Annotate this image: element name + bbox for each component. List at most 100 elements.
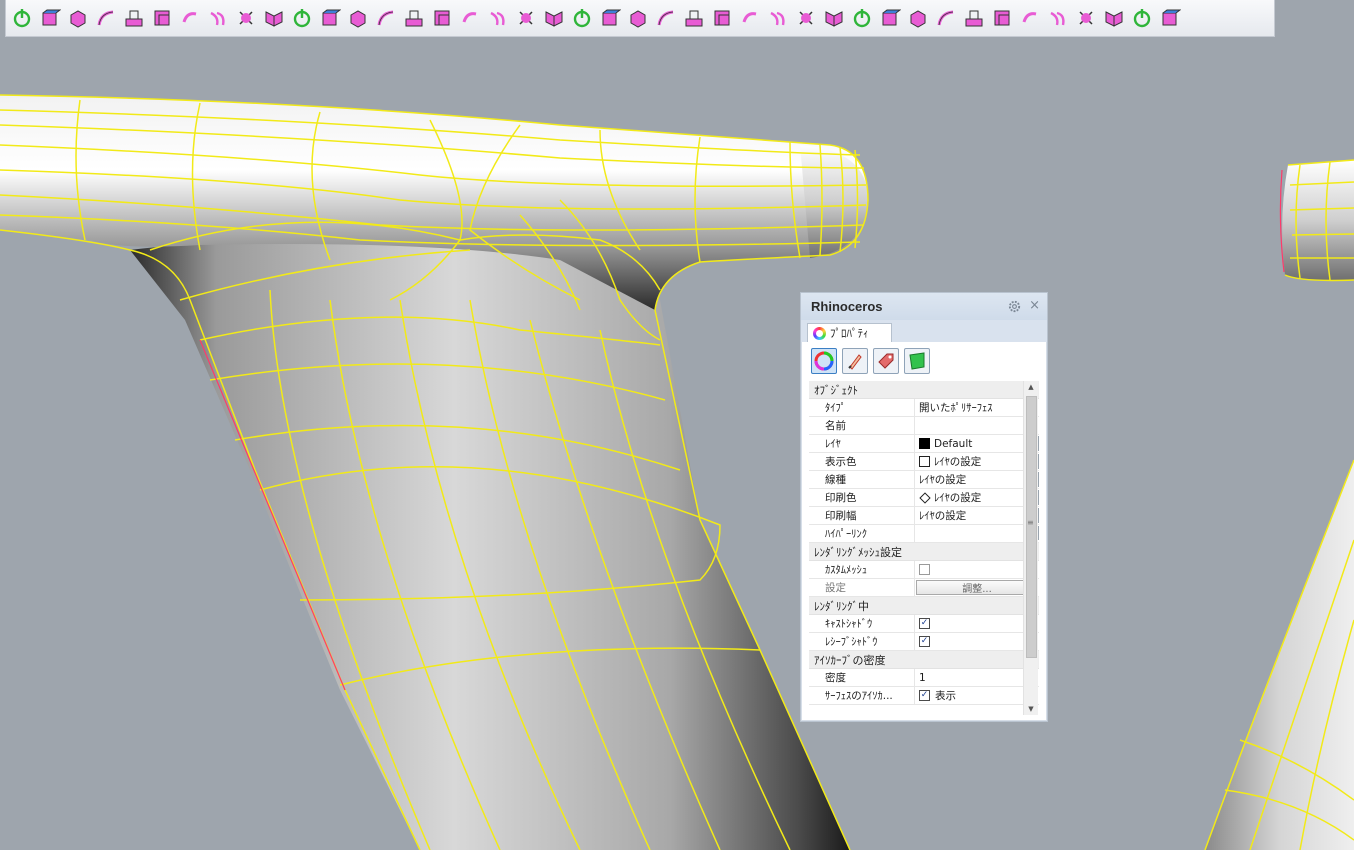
- split-icon[interactable]: [402, 6, 426, 30]
- row-display-color: 表示色 ﾚｲﾔの設定 ▼: [809, 453, 1039, 471]
- layout-icon-glyph: [573, 9, 591, 28]
- mirror-icon-glyph: [265, 11, 283, 27]
- boolean-box-icon[interactable]: [150, 6, 174, 30]
- paint-icon[interactable]: [794, 6, 818, 30]
- snap-target-icon[interactable]: [906, 6, 930, 30]
- show-isocurve-checkbox[interactable]: ✓: [919, 690, 930, 701]
- fillet-icon[interactable]: [94, 6, 118, 30]
- grip-icon: ≡: [1027, 518, 1034, 527]
- close-icon[interactable]: ×: [1029, 298, 1040, 313]
- object-properties-button[interactable]: [811, 348, 837, 374]
- texture-button[interactable]: [873, 348, 899, 374]
- diamond-icon[interactable]: [878, 6, 902, 30]
- row-layer: ﾚｲﾔ Default ▼: [809, 435, 1039, 453]
- cube-edit-icon[interactable]: [430, 6, 454, 30]
- cylinder-icon[interactable]: [710, 6, 734, 30]
- cylinder-icon-glyph: [714, 10, 730, 26]
- layer-color-swatch: [919, 438, 930, 449]
- tag-icon: [878, 353, 894, 369]
- array-icon[interactable]: [654, 6, 678, 30]
- snap-target-icon-glyph: [910, 10, 926, 28]
- custom-mesh-checkbox[interactable]: [919, 564, 930, 575]
- patch-icon[interactable]: [1018, 6, 1042, 30]
- box-solid-icon[interactable]: [38, 6, 62, 30]
- point-grid-icon[interactable]: [738, 6, 762, 30]
- row-type: ﾀｲﾌﾟ 開いたﾎﾟﾘｻｰﾌｪｽ: [809, 399, 1039, 417]
- tab-properties[interactable]: ﾌﾟﾛﾊﾟﾃｨ: [807, 323, 892, 342]
- mesh-icon[interactable]: [1074, 6, 1098, 30]
- cube-icon-glyph: [70, 10, 86, 28]
- checkbox-icon-glyph: [519, 11, 533, 25]
- row-print-color: 印刷色 ﾚｲﾔの設定 ▼: [809, 489, 1039, 507]
- color-wheel-icon: [813, 326, 826, 340]
- row-settings: 設定 調整...: [809, 579, 1039, 597]
- power-icon[interactable]: [10, 6, 34, 30]
- twist-icon[interactable]: [318, 6, 342, 30]
- rebuild-icon[interactable]: [766, 6, 790, 30]
- hyperlink-field[interactable]: ...: [915, 525, 1039, 542]
- blend-icon[interactable]: [206, 6, 230, 30]
- explode-icon[interactable]: [1102, 6, 1126, 30]
- gear-icon[interactable]: [1007, 299, 1022, 314]
- box-solid-icon-glyph: [42, 9, 61, 26]
- scroll-thumb[interactable]: [1026, 396, 1037, 658]
- mirror-icon[interactable]: [262, 6, 286, 30]
- diamond-icon: [919, 491, 931, 504]
- row-density: 密度 1 ▲▼: [809, 669, 1039, 687]
- transform-icon-glyph: [239, 11, 253, 25]
- cap-icon-glyph: [377, 10, 394, 26]
- panel-title-bar[interactable]: Rhinoceros ×: [801, 293, 1047, 320]
- arch-icon[interactable]: [290, 6, 314, 30]
- cube-icon[interactable]: [66, 6, 90, 30]
- flip-icon-glyph: [685, 10, 703, 27]
- property-scrollbar[interactable]: ▲ ≡ ▼: [1023, 381, 1038, 715]
- extrude-icon-glyph: [125, 10, 143, 27]
- perspective-viewport[interactable]: [0, 38, 1354, 850]
- star-icon[interactable]: [934, 6, 958, 30]
- scroll-down-icon[interactable]: ▼: [1024, 703, 1038, 715]
- corner-icon[interactable]: [346, 6, 370, 30]
- diamond-icon-glyph: [882, 9, 901, 26]
- pentagon-icon-glyph: [965, 10, 983, 27]
- layout-icon[interactable]: [570, 6, 594, 30]
- sweep-icon[interactable]: [486, 6, 510, 30]
- grid-icon[interactable]: [542, 6, 566, 30]
- cast-shadow-checkbox[interactable]: ✓: [919, 618, 930, 629]
- linetype-select[interactable]: ﾚｲﾔの設定 ▼: [915, 471, 1039, 488]
- extrude-icon[interactable]: [122, 6, 146, 30]
- receive-shadow-checkbox[interactable]: ✓: [919, 636, 930, 647]
- sweep-rail-icon[interactable]: [626, 6, 650, 30]
- decal-button[interactable]: [904, 348, 930, 374]
- branch-icon[interactable]: [850, 6, 874, 30]
- rotate-arrow-icon[interactable]: [178, 6, 202, 30]
- adjust-button[interactable]: 調整...: [916, 580, 1038, 595]
- pentagon-icon[interactable]: [962, 6, 986, 30]
- print-color-select[interactable]: ﾚｲﾔの設定 ▼: [915, 489, 1039, 506]
- scale-icon[interactable]: [822, 6, 846, 30]
- material-button[interactable]: [842, 348, 868, 374]
- scroll-up-icon[interactable]: ▲: [1024, 381, 1038, 393]
- render-icon[interactable]: [1130, 6, 1154, 30]
- grid-icon-glyph: [545, 11, 563, 27]
- properties-panel: Rhinoceros × ﾌﾟﾛﾊﾟﾃｨ ｵﾌﾞｼﾞｪｸﾄ ﾀｲﾌﾟ 開いたﾎﾟ…: [800, 292, 1048, 722]
- paint-icon-glyph: [799, 11, 813, 25]
- property-grid: ｵﾌﾞｼﾞｪｸﾄ ﾀｲﾌﾟ 開いたﾎﾟﾘｻｰﾌｪｽ 名前 ﾚｲﾔ Default…: [809, 381, 1039, 715]
- sweep-rail-icon-glyph: [630, 10, 646, 28]
- print-width-select[interactable]: ﾚｲﾔの設定 ▼: [915, 507, 1039, 524]
- transform-icon[interactable]: [234, 6, 258, 30]
- star-icon-glyph: [937, 10, 954, 26]
- network-icon[interactable]: [1046, 6, 1070, 30]
- delete-points-icon[interactable]: [598, 6, 622, 30]
- checkbox-icon[interactable]: [514, 6, 538, 30]
- name-field[interactable]: [915, 417, 1039, 434]
- density-input[interactable]: 1 ▲▼: [915, 669, 1039, 686]
- cap-icon[interactable]: [374, 6, 398, 30]
- display-color-select[interactable]: ﾚｲﾔの設定 ▼: [915, 453, 1039, 470]
- flip-icon[interactable]: [682, 6, 706, 30]
- loft-icon[interactable]: [458, 6, 482, 30]
- settings-icon[interactable]: [1158, 6, 1182, 30]
- layer-select[interactable]: Default ▼: [915, 435, 1039, 452]
- color-wheel-icon: [814, 351, 834, 371]
- flow-icon[interactable]: [990, 6, 1014, 30]
- section-object: ｵﾌﾞｼﾞｪｸﾄ: [809, 381, 1039, 399]
